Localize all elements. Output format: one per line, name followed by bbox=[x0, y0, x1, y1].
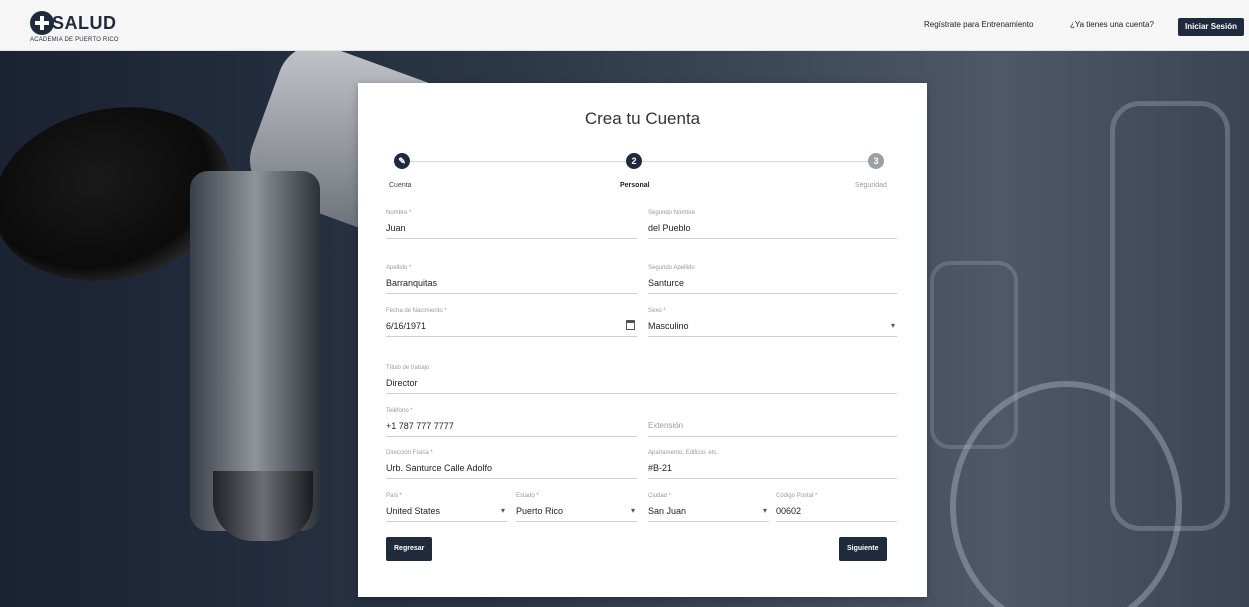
apartamento-field[interactable]: Apartamento, Edificio, etc. #B-21 bbox=[648, 450, 897, 480]
step-label-seguridad: Seguridad bbox=[855, 182, 887, 189]
salud-logo[interactable]: SALUD ACADEMIA DE PUERTO RICO bbox=[30, 9, 126, 43]
step-seguridad-icon[interactable]: 3 bbox=[868, 153, 884, 169]
have-account-link[interactable]: ¿Ya tienes una cuenta? bbox=[1070, 20, 1154, 29]
estado-select[interactable]: Estado * Puerto Rico ▾ bbox=[516, 493, 637, 523]
extension-field[interactable]: Extensión bbox=[648, 408, 897, 438]
extension-placeholder[interactable]: Extensión bbox=[648, 421, 683, 430]
fecha-nacimiento-field[interactable]: Fecha de Nacimiento * 6/16/1971 bbox=[386, 308, 637, 338]
estado-value[interactable]: Puerto Rico bbox=[516, 506, 563, 516]
titulo-trabajo-label: Título de trabajo bbox=[386, 365, 430, 371]
top-navbar: SALUD ACADEMIA DE PUERTO RICO Regístrate… bbox=[0, 0, 1249, 51]
ciudad-label: Ciudad * bbox=[648, 493, 672, 499]
pais-select[interactable]: País * United States ▾ bbox=[386, 493, 507, 523]
page: SALUD ACADEMIA DE PUERTO RICO Regístrate… bbox=[0, 0, 1249, 607]
fecha-nacimiento-label: Fecha de Nacimiento * bbox=[386, 308, 447, 314]
nombre-value[interactable]: Juan bbox=[386, 223, 406, 233]
pais-value[interactable]: United States bbox=[386, 506, 440, 516]
telefono-field[interactable]: Teléfono * +1 787 777 7777 bbox=[386, 408, 637, 438]
sexo-select[interactable]: Sexo * Masculino ▾ bbox=[648, 308, 897, 338]
calendar-icon[interactable] bbox=[626, 320, 635, 330]
codigo-postal-field[interactable]: Código Postal * 00602 bbox=[776, 493, 897, 523]
next-button[interactable]: Siguiente bbox=[839, 537, 887, 561]
titulo-trabajo-value[interactable]: Director bbox=[386, 378, 418, 388]
login-button[interactable]: Iniciar Sesión bbox=[1177, 18, 1244, 36]
nombre-field[interactable]: Nombre * Juan bbox=[386, 210, 637, 240]
segundo-apellido-value[interactable]: Santurce bbox=[648, 278, 684, 288]
codigo-postal-label: Código Postal * bbox=[776, 493, 818, 499]
step-cuenta-check-icon[interactable]: ✎ bbox=[394, 153, 410, 169]
direccion-value[interactable]: Urb. Santurce Calle Adolfo bbox=[386, 463, 492, 473]
apellido-label: Apellido * bbox=[386, 265, 412, 271]
nombre-label: Nombre * bbox=[386, 210, 412, 216]
form-title: Crea tu Cuenta bbox=[584, 109, 701, 128]
dropdown-arrow-icon[interactable]: ▾ bbox=[891, 321, 895, 330]
step-label-personal: Personal bbox=[620, 182, 650, 189]
apellido-value[interactable]: Barranquitas bbox=[386, 278, 437, 288]
apellido-field[interactable]: Apellido * Barranquitas bbox=[386, 265, 637, 295]
logo-text: SALUD bbox=[52, 13, 117, 33]
step-label-cuenta: Cuenta bbox=[389, 182, 412, 189]
dropdown-arrow-icon[interactable]: ▾ bbox=[763, 506, 767, 515]
sexo-value[interactable]: Masculino bbox=[648, 321, 689, 331]
segundo-apellido-label: Segundo Apellido bbox=[648, 265, 695, 271]
ciudad-value[interactable]: San Juan bbox=[648, 506, 686, 516]
register-training-link[interactable]: Regístrate para Entrenamiento bbox=[924, 20, 1033, 29]
telefono-label: Teléfono * bbox=[386, 408, 413, 414]
create-account-card: Crea tu Cuenta ✎ 2 3 Cuenta Personal Seg… bbox=[358, 83, 927, 597]
step-personal-icon[interactable]: 2 bbox=[626, 153, 642, 169]
apartamento-label: Apartamento, Edificio, etc. bbox=[648, 450, 719, 456]
back-button[interactable]: Regresar bbox=[386, 537, 433, 561]
dropdown-arrow-icon[interactable]: ▾ bbox=[631, 506, 635, 515]
ciudad-select[interactable]: Ciudad * San Juan ▾ bbox=[648, 493, 769, 523]
segundo-apellido-field[interactable]: Segundo Apellido Santurce bbox=[648, 265, 897, 295]
apartamento-value[interactable]: #B-21 bbox=[648, 463, 672, 473]
segundo-nombre-field[interactable]: Segundo Nombre del Pueblo bbox=[648, 210, 897, 240]
direccion-label: Dirección Física * bbox=[386, 450, 433, 456]
medical-cross-icon bbox=[30, 11, 54, 35]
logo-subtext: ACADEMIA DE PUERTO RICO bbox=[30, 37, 119, 43]
dropdown-arrow-icon[interactable]: ▾ bbox=[501, 506, 505, 515]
fecha-nacimiento-value[interactable]: 6/16/1971 bbox=[386, 321, 426, 331]
estado-label: Estado * bbox=[516, 493, 539, 499]
segundo-nombre-label: Segundo Nombre bbox=[648, 210, 696, 216]
titulo-trabajo-field[interactable]: Título de trabajo Director bbox=[386, 365, 897, 395]
sexo-label: Sexo * bbox=[648, 308, 666, 314]
direccion-fisica-field[interactable]: Dirección Física * Urb. Santurce Calle A… bbox=[386, 450, 637, 480]
segundo-nombre-value[interactable]: del Pueblo bbox=[648, 223, 691, 233]
codigo-postal-value[interactable]: 00602 bbox=[776, 506, 801, 516]
telefono-value[interactable]: +1 787 777 7777 bbox=[386, 421, 454, 431]
pais-label: País * bbox=[386, 493, 403, 499]
